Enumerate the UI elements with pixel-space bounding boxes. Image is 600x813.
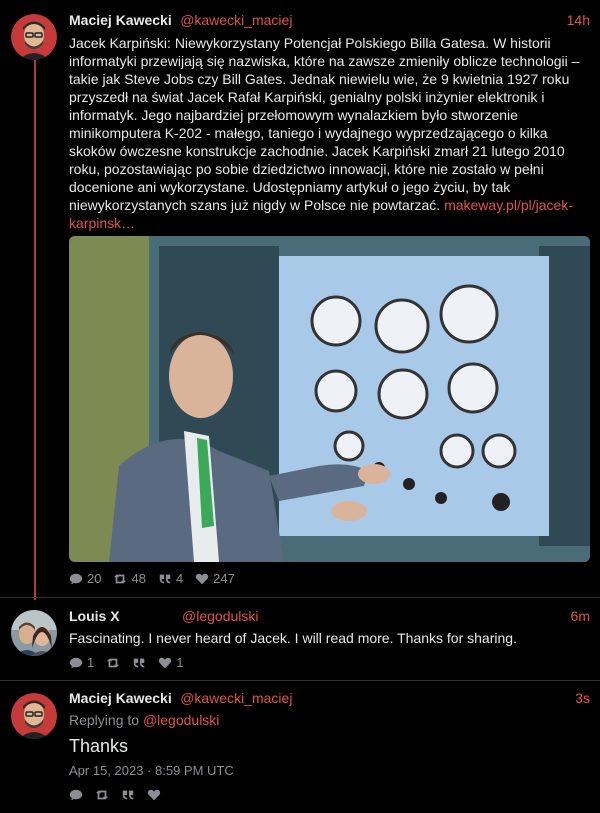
heart-icon: [159, 657, 172, 668]
replying-handle[interactable]: @legodulski: [143, 712, 219, 728]
author-name[interactable]: Maciej Kawecki: [69, 690, 172, 706]
quote-button[interactable]: [132, 656, 146, 670]
repost-icon: [95, 790, 109, 800]
repost-count: 48: [131, 571, 146, 586]
like-count: 1: [176, 655, 184, 670]
author-name[interactable]: Louis X: [69, 608, 120, 624]
post-actions: [69, 788, 161, 802]
like-button[interactable]: 247: [195, 571, 235, 586]
reply-button[interactable]: 20: [69, 571, 101, 586]
repost-icon: [114, 574, 127, 583]
quote-button[interactable]: 4: [158, 571, 183, 586]
reply-button[interactable]: [69, 788, 83, 802]
quote-icon: [122, 790, 134, 800]
quote-count: 4: [175, 571, 184, 586]
post-text: Thanks: [69, 736, 129, 756]
post-time[interactable]: 14h: [567, 12, 590, 28]
post-time[interactable]: 6m: [571, 608, 590, 624]
like-button[interactable]: [147, 788, 161, 802]
avatar[interactable]: [11, 610, 57, 656]
quote-icon: [159, 574, 171, 583]
post-main: Maciej Kawecki @kawecki_maciej 14h Jacek…: [0, 0, 600, 595]
author-handle[interactable]: @kawecki_maciej: [180, 690, 292, 706]
quote-button[interactable]: [121, 788, 135, 802]
reply-icon: [69, 573, 83, 584]
post-text: Jacek Karpiński: Niewykorzystany Potencj…: [69, 34, 588, 232]
post-actions: 1 1: [69, 655, 183, 670]
author-handle[interactable]: @kawecki_maciej: [180, 12, 292, 28]
repost-button[interactable]: 48: [113, 571, 146, 586]
replying-to: Replying to @legodulski: [69, 711, 588, 729]
replying-label: Replying to: [69, 712, 140, 728]
post-actions: 20 48 4 247: [69, 571, 235, 586]
reply-button[interactable]: 1: [69, 655, 94, 670]
post-body: Jacek Karpiński: Niewykorzystany Potencj…: [69, 35, 580, 213]
post-text: Fascinating. I never heard of Jacek. I w…: [69, 630, 517, 646]
reply-icon: [69, 657, 83, 668]
repost-button[interactable]: [95, 788, 109, 802]
reply-count: 20: [87, 571, 102, 586]
author-name[interactable]: Maciej Kawecki: [69, 12, 172, 28]
heart-icon: [196, 573, 209, 584]
avatar[interactable]: [11, 14, 57, 60]
author-handle[interactable]: @legodulski: [182, 608, 258, 624]
repost-button[interactable]: [106, 656, 120, 670]
post-date[interactable]: Apr 15, 2023 · 8:59 PM UTC: [69, 762, 588, 780]
post-image[interactable]: [69, 236, 590, 562]
repost-icon: [107, 658, 120, 667]
reply-icon: [69, 789, 83, 801]
post-focused: Maciej Kawecki @kawecki_maciej 3s Replyi…: [0, 681, 600, 813]
avatar[interactable]: [11, 693, 57, 739]
like-button[interactable]: 1: [158, 655, 183, 670]
like-count: 247: [213, 571, 235, 586]
reply-count: 1: [87, 655, 95, 670]
post-time[interactable]: 3s: [575, 690, 590, 706]
heart-icon: [147, 789, 161, 801]
post-reply: Louis X @legodulski 6m Fascinating. I ne…: [0, 598, 600, 676]
quote-icon: [133, 658, 145, 667]
